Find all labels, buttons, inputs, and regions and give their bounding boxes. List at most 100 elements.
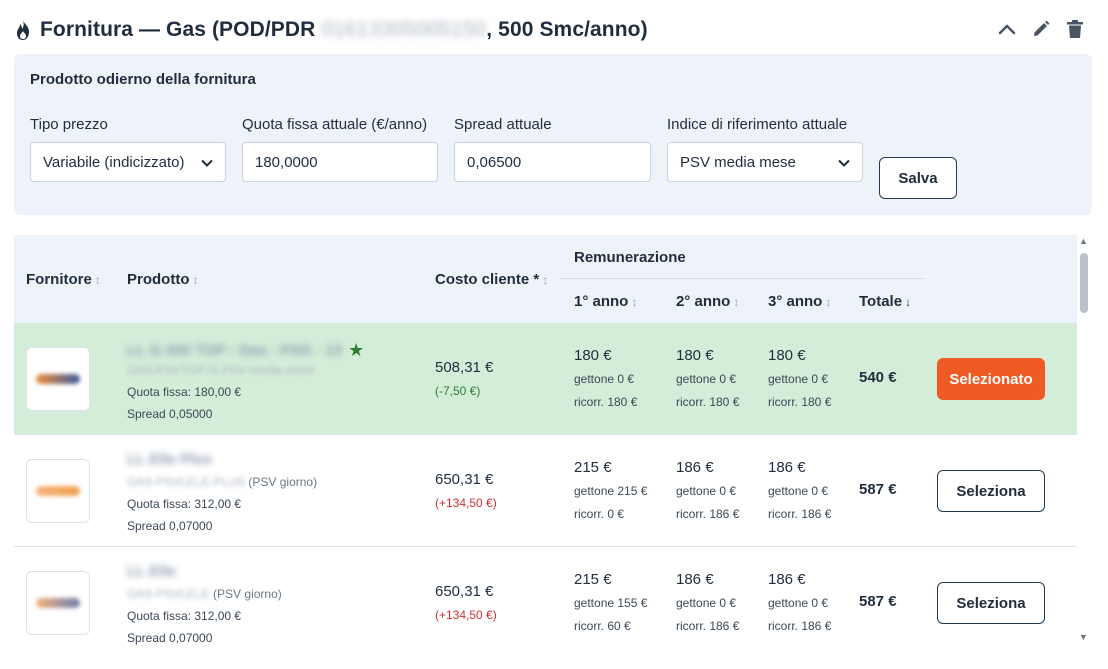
section-title: Fornitura — Gas (POD/PDR 01613305005150,… xyxy=(40,18,648,42)
table-row: LL Elle GAS-PSVLELE (PSV giorno) Quota f… xyxy=(14,547,1077,659)
indice-value: PSV media mese xyxy=(680,153,796,171)
scroll-thumb[interactable] xyxy=(1080,253,1088,313)
col-anno3[interactable]: 3° anno ↕ xyxy=(768,293,831,310)
pencil-icon[interactable] xyxy=(1030,18,1052,40)
cost-delta: (+134,50 €) xyxy=(435,496,497,510)
product-name-text: LL G-300 TOP - Gas - PSG - 13 xyxy=(127,342,343,359)
chevron-down-icon xyxy=(838,154,850,171)
select-button[interactable]: Seleziona xyxy=(937,582,1045,624)
spread-input[interactable]: 0,06500 xyxy=(454,142,651,182)
table-row: LL Elle Plus GAS-PSVLELE-PLUS (PSV giorn… xyxy=(14,435,1077,547)
year1-value: 215 € xyxy=(574,459,612,476)
year2-cell: 180 € gettone 0 € ricorr. 180 € xyxy=(676,347,739,415)
trash-icon[interactable] xyxy=(1064,18,1086,40)
sort-icon: ↕ xyxy=(733,295,740,309)
year2-cell: 186 € gettone 0 € ricorr. 186 € xyxy=(676,459,739,527)
col-fornitore-label: Fornitore xyxy=(26,271,92,288)
product-name-text: LL Elle Plus xyxy=(127,451,212,468)
year2-value: 180 € xyxy=(676,347,714,364)
product-name-text: LL Elle xyxy=(127,563,176,580)
col-totale-label: Totale xyxy=(859,293,903,310)
col-prodotto-label: Prodotto xyxy=(127,271,190,288)
year1-gettone: gettone 215 € xyxy=(574,484,648,498)
table-row: LL G-300 TOP - Gas - PSG - 13 ★ GAS-PSVTO… xyxy=(14,323,1077,435)
scroll-up-icon[interactable]: ▲ xyxy=(1079,236,1088,246)
year3-gettone: gettone 0 € xyxy=(768,484,829,498)
quota-fissa-label: Quota fissa attuale (€/anno) xyxy=(242,116,428,133)
col-fornitore[interactable]: Fornitore ↕ xyxy=(26,271,101,288)
sort-icon: ↕ xyxy=(94,273,101,287)
customer-cost: 508,31 € xyxy=(435,359,494,376)
col-prodotto[interactable]: Prodotto ↕ xyxy=(127,271,198,288)
supplier-logo xyxy=(26,571,90,635)
quota-fissa-input[interactable]: 180,0000 xyxy=(242,142,438,182)
tipo-prezzo-select[interactable]: Variabile (indicizzato) xyxy=(30,142,226,182)
year1-value: 180 € xyxy=(574,347,612,364)
product-name: LL Elle xyxy=(127,563,176,580)
year2-value: 186 € xyxy=(676,571,714,588)
col-anno2[interactable]: 2° anno ↕ xyxy=(676,293,739,310)
year3-ricorr: ricorr. 186 € xyxy=(768,619,832,633)
product-index: (PSV giorno) xyxy=(209,587,282,601)
year2-value: 186 € xyxy=(676,459,714,476)
year2-gettone: gettone 0 € xyxy=(676,596,737,610)
year1-gettone: gettone 0 € xyxy=(574,372,635,386)
header-actions xyxy=(996,18,1086,40)
product-spread: Spread 0,07000 xyxy=(127,631,213,645)
year2-ricorr: ricorr. 186 € xyxy=(676,619,740,633)
col-costo[interactable]: Costo cliente * ↕ xyxy=(435,271,548,288)
selected-button[interactable]: Selezionato xyxy=(937,358,1045,400)
section-header: Fornitura — Gas (POD/PDR 01613305005150,… xyxy=(12,14,1096,46)
year1-gettone: gettone 155 € xyxy=(574,596,648,610)
table-scrollbar[interactable]: ▲ ▼ xyxy=(1078,236,1090,646)
col-totale[interactable]: Totale ↓ xyxy=(859,293,911,310)
col-anno2-label: 2° anno xyxy=(676,293,731,310)
product-name: LL G-300 TOP - Gas - PSG - 13 ★ xyxy=(127,339,364,360)
year1-ricorr: ricorr. 60 € xyxy=(574,619,631,633)
panel-title: Prodotto odierno della fornitura xyxy=(30,71,256,88)
spread-value: 0,06500 xyxy=(467,153,522,171)
indice-select[interactable]: PSV media mese xyxy=(667,142,863,182)
year3-gettone: gettone 0 € xyxy=(768,596,829,610)
year3-value: 180 € xyxy=(768,347,806,364)
select-button[interactable]: Seleziona xyxy=(937,470,1045,512)
remunerazione-divider xyxy=(561,278,925,279)
product-quota: Quota fissa: 312,00 € xyxy=(127,609,242,623)
product-name: LL Elle Plus xyxy=(127,451,212,468)
year3-cell: 186 € gettone 0 € ricorr. 186 € xyxy=(768,459,831,527)
product-code-text: GAS-PSVLELE xyxy=(127,587,210,601)
product-code: GAS-PSVLELE-PLUS (PSV giorno) xyxy=(127,475,317,489)
supplier-logo xyxy=(26,459,90,523)
customer-cost: 650,31 € xyxy=(435,471,494,488)
year1-cell: 180 € gettone 0 € ricorr. 180 € xyxy=(574,347,637,415)
spread-field: Spread attuale 0,06500 xyxy=(454,116,651,182)
product-index: (PSV giorno) xyxy=(245,475,318,489)
quota-fissa-field: Quota fissa attuale (€/anno) 180,0000 xyxy=(242,116,438,182)
tipo-prezzo-label: Tipo prezzo xyxy=(30,116,108,133)
quota-fissa-value: 180,0000 xyxy=(255,153,318,171)
product-quota: Quota fissa: 312,00 € xyxy=(127,497,242,511)
total-value: 587 € xyxy=(859,593,897,610)
tipo-prezzo-field: Tipo prezzo Variabile (indicizzato) xyxy=(30,116,226,182)
pdr-code: 01613305005150 xyxy=(321,18,487,41)
cost-delta: (-7,50 €) xyxy=(435,384,481,398)
sort-icon: ↕ xyxy=(825,295,832,309)
year3-ricorr: ricorr. 186 € xyxy=(768,507,832,521)
flame-icon xyxy=(12,19,34,41)
sort-icon: ↕ xyxy=(192,273,199,287)
year3-value: 186 € xyxy=(768,459,806,476)
product-spread: Spread 0,05000 xyxy=(127,407,213,421)
chevron-up-icon[interactable] xyxy=(996,18,1018,40)
year2-gettone: gettone 0 € xyxy=(676,372,737,386)
year3-cell: 186 € gettone 0 € ricorr. 186 € xyxy=(768,571,831,639)
chevron-down-icon xyxy=(201,154,213,171)
save-button[interactable]: Salva xyxy=(879,157,957,199)
title-suffix: , 500 Smc/anno) xyxy=(486,18,648,41)
col-anno1[interactable]: 1° anno ↕ xyxy=(574,293,637,310)
product-spread: Spread 0,07000 xyxy=(127,519,213,533)
col-anno3-label: 3° anno xyxy=(768,293,823,310)
product-code-text: GAS-PSVTOP-G-PSV media mese xyxy=(127,363,315,377)
year3-cell: 180 € gettone 0 € ricorr. 180 € xyxy=(768,347,831,415)
sort-icon: ↕ xyxy=(542,273,549,287)
scroll-down-icon[interactable]: ▼ xyxy=(1079,632,1088,642)
